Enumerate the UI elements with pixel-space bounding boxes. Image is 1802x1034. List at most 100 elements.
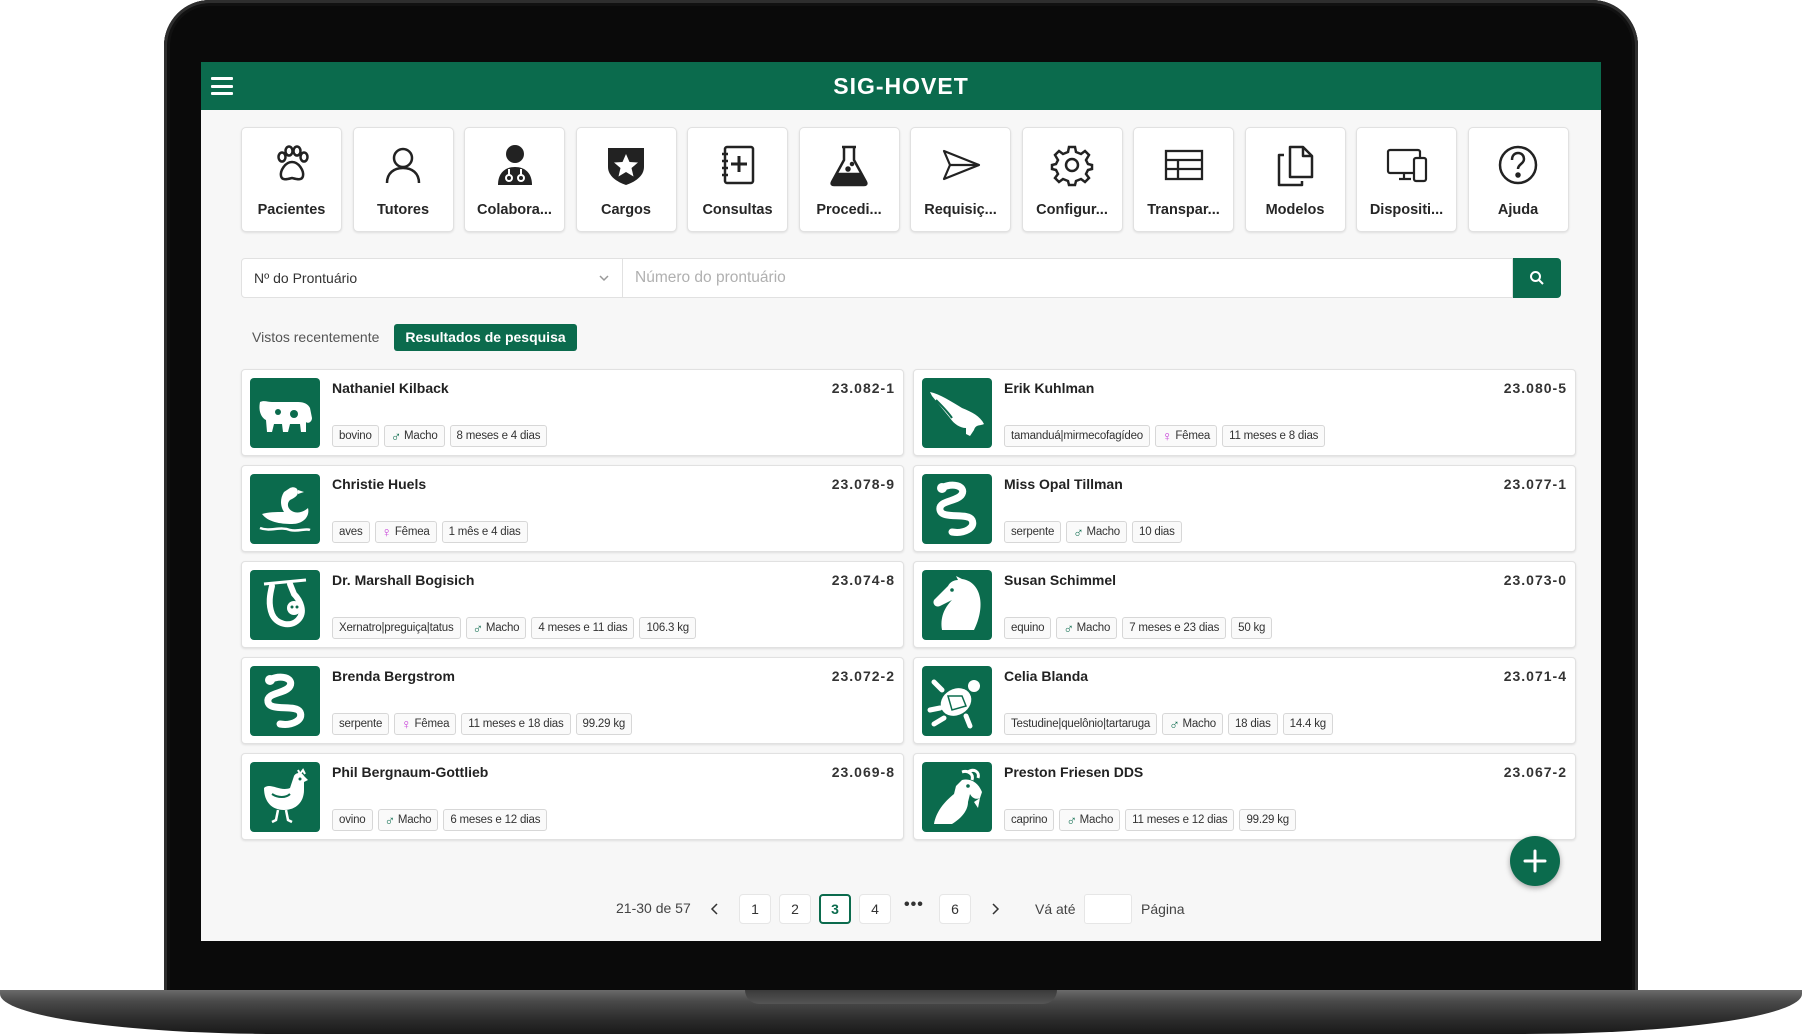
sex-tag: ♂ Macho	[1056, 617, 1118, 639]
module-label: Colabora...	[477, 202, 552, 218]
patient-tags: caprino ♂ Macho 11 meses e 12 dias 99.29 …	[1004, 809, 1296, 831]
avatar	[922, 666, 992, 736]
patient-card[interactable]: Celia Blanda 23.071-4 Testudine|quelônio…	[913, 657, 1576, 744]
patient-name: Christie Huels	[332, 476, 427, 492]
sex-tag: ♀ Fêmea	[374, 521, 437, 543]
patient-card[interactable]: Susan Schimmel 23.073-0 equino ♂ Macho 7 …	[913, 561, 1576, 648]
pagination-ellipsis[interactable]: •••	[904, 896, 924, 914]
page-button-1[interactable]: 1	[739, 894, 771, 924]
module-pacientes[interactable]: Pacientes	[241, 127, 342, 232]
search-field-select[interactable]: Nº do Prontuário	[241, 258, 623, 298]
patient-name: Susan Schimmel	[1004, 572, 1117, 588]
help-icon	[1498, 145, 1538, 185]
module-transparencia[interactable]: Transpar...	[1133, 127, 1234, 232]
age-tag: 1 mês e 4 dias	[441, 521, 528, 543]
page-button-6[interactable]: 6	[939, 894, 971, 924]
species-tag: Xernatro|preguiça|tatus	[332, 617, 461, 639]
laptop-notch	[745, 990, 1057, 1004]
prev-page-button[interactable]	[705, 899, 725, 919]
patient-record-number: 23.073-0	[1503, 572, 1567, 588]
patient-card[interactable]: Christie Huels 23.078-9 aves ♀ Fêmea 1 mê…	[241, 465, 904, 552]
age-tag: 18 dias	[1227, 713, 1278, 735]
module-tutores[interactable]: Tutores	[352, 127, 454, 232]
patient-name: Miss Opal Tillman	[1004, 476, 1123, 492]
module-dispositivos[interactable]: Dispositi...	[1356, 127, 1457, 232]
patient-name: Preston Friesen DDS	[1004, 764, 1144, 780]
female-icon: ♀	[381, 524, 393, 540]
sex-tag: ♂ Macho	[1066, 521, 1127, 543]
module-configuracoes[interactable]: Configur...	[1021, 127, 1123, 232]
goto-page-input[interactable]	[1084, 894, 1132, 924]
patient-tags: tamanduá|mirmecofagídeo ♀ Fêmea 11 meses …	[1004, 425, 1326, 447]
patient-tags: serpente ♂ Macho 10 dias	[1004, 521, 1182, 543]
module-label: Dispositi...	[1369, 202, 1444, 218]
sloth-icon	[263, 578, 307, 628]
page-button-3[interactable]: 3	[819, 894, 851, 924]
patient-card[interactable]: Preston Friesen DDS 23.067-2 caprino ♂ Ma…	[913, 753, 1576, 840]
snake-icon	[936, 481, 977, 536]
module-modelos[interactable]: Modelos	[1244, 127, 1346, 232]
sex-label: Macho	[1182, 718, 1216, 730]
patient-tags: aves ♀ Fêmea 1 mês e 4 dias	[332, 521, 528, 543]
avatar	[250, 378, 320, 448]
patient-record-number: 23.082-1	[831, 380, 895, 396]
sex-label: Fêmea	[394, 526, 430, 538]
sex-label: Fêmea	[1175, 430, 1211, 442]
sex-tag: ♂ Macho	[465, 617, 527, 639]
snake-icon	[264, 673, 305, 728]
weight-tag: 50 kg	[1231, 617, 1273, 639]
patient-card[interactable]: Nathaniel Kilback 23.082-1 bovino ♂ Macho…	[241, 369, 904, 456]
patient-name: Celia Blanda	[1004, 668, 1089, 684]
sex-tag: ♀ Fêmea	[1155, 425, 1218, 447]
user-icon	[385, 147, 421, 184]
male-icon: ♂	[384, 812, 396, 828]
flask-icon	[830, 145, 868, 187]
patient-record-number: 23.074-8	[831, 572, 895, 588]
plus-icon	[1523, 849, 1547, 873]
tab-vistos-recentemente[interactable]: Vistos recentemente	[241, 324, 390, 351]
module-ajuda[interactable]: Ajuda	[1467, 127, 1569, 232]
patient-record-number: 23.077-1	[1503, 476, 1567, 492]
add-patient-button[interactable]	[1510, 836, 1560, 886]
patient-card[interactable]: Erik Kuhlman 23.080-5 tamanduá|mirmecofa…	[913, 369, 1576, 456]
module-consultas[interactable]: Consultas	[687, 127, 788, 232]
patient-tags: Testudine|quelônio|tartaruga ♂ Macho 18 d…	[1004, 713, 1333, 735]
species-tag: aves	[332, 521, 370, 543]
sex-label: Fêmea	[414, 718, 450, 730]
patient-card[interactable]: Phil Bergnaum-Gottlieb 23.069-8 ovino ♂ M…	[241, 753, 904, 840]
search-button[interactable]	[1513, 258, 1561, 298]
devices-icon	[1386, 148, 1427, 183]
weight-tag: 14.4 kg	[1282, 713, 1333, 735]
age-tag: 8 meses e 4 dias	[449, 425, 548, 447]
search-input[interactable]	[623, 258, 1513, 298]
age-tag: 11 meses e 18 dias	[461, 713, 571, 735]
search-row: Nº do Prontuário	[241, 258, 1561, 298]
patient-card[interactable]: Brenda Bergstrom 23.072-2 serpente ♀ Fême…	[241, 657, 904, 744]
module-procedimentos[interactable]: Procedi...	[798, 127, 900, 232]
page-button-4[interactable]: 4	[859, 894, 891, 924]
module-colaboradores[interactable]: Colabora...	[464, 127, 565, 232]
medical-book-icon	[721, 145, 754, 185]
next-page-button[interactable]	[985, 899, 1005, 919]
patient-tags: serpente ♀ Fêmea 11 meses e 18 dias 99.29…	[332, 713, 633, 735]
module-bar: Pacientes Tutores Colabora... Cargos Con…	[241, 127, 1569, 232]
species-tag: equino	[1004, 617, 1052, 639]
horse-icon	[933, 576, 981, 630]
avatar	[922, 378, 992, 448]
species-tag: ovino	[332, 809, 373, 831]
page-button-2[interactable]: 2	[779, 894, 811, 924]
species-tag: serpente	[332, 713, 390, 735]
patient-card[interactable]: Dr. Marshall Bogisich 23.074-8 Xernatro|…	[241, 561, 904, 648]
patient-name: Erik Kuhlman	[1004, 380, 1095, 396]
anteater-icon	[930, 392, 984, 436]
gear-icon	[1050, 145, 1094, 187]
patient-record-number: 23.067-2	[1503, 764, 1567, 780]
module-label: Configur...	[1036, 202, 1108, 218]
sex-tag: ♀ Fêmea	[394, 713, 457, 735]
module-requisicoes[interactable]: Requisiç...	[910, 127, 1011, 232]
send-icon	[942, 149, 980, 181]
patient-card[interactable]: Miss Opal Tillman 23.077-1 serpente ♂ Mac…	[913, 465, 1576, 552]
tab-resultados-de-pesquisa[interactable]: Resultados de pesquisa	[394, 324, 577, 351]
module-cargos[interactable]: Cargos	[575, 127, 677, 232]
weight-tag: 99.29 kg	[575, 713, 633, 735]
